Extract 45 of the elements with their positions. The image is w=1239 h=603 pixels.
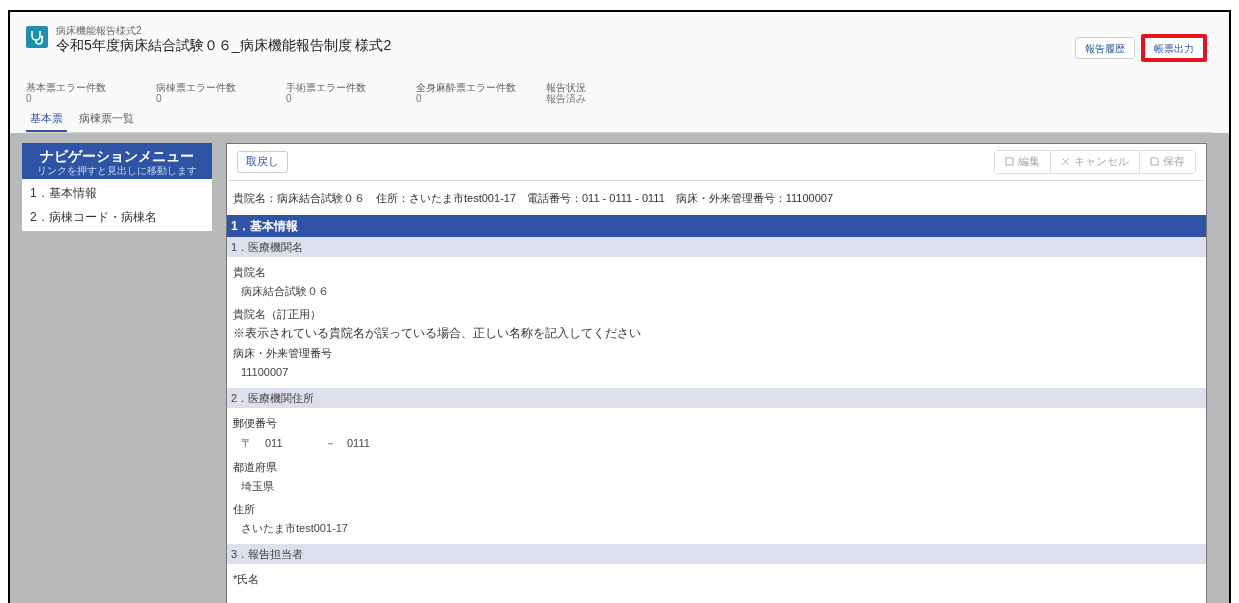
field-value: 11100007 bbox=[240, 364, 290, 380]
stat-label: 病棟票エラー件数 bbox=[156, 82, 237, 93]
field-label: 貴院名（訂正用） bbox=[233, 306, 322, 322]
highlighted-button[interactable]: 帳票出力 bbox=[1141, 34, 1207, 62]
stat-value: 0 bbox=[286, 93, 293, 104]
nav-title: ナビゲーションメニュー bbox=[39, 146, 195, 165]
stat-label: 全身麻酔票エラー件数 bbox=[416, 82, 517, 93]
stat-value: 0 bbox=[156, 93, 163, 104]
stat-label: 報告状況 bbox=[546, 82, 587, 93]
app-logo-icon bbox=[26, 26, 48, 48]
field-label: *氏名 bbox=[233, 571, 261, 587]
nav-link[interactable]: 1．基本情報 bbox=[22, 180, 212, 205]
field-value: 011 bbox=[265, 435, 284, 451]
field-label: 病床・外来管理番号 bbox=[233, 345, 333, 361]
group-heading: 2．医療機関住所 bbox=[227, 388, 1206, 408]
header-button[interactable]: 報告履歴 bbox=[1075, 37, 1135, 59]
field-label: 住所 bbox=[233, 501, 256, 517]
stat-label: 基本票エラー件数 bbox=[26, 82, 107, 93]
note-text: ※表示されている貴院名が誤っている場合、正しい名称を記入してください bbox=[233, 326, 642, 341]
dash-text: － bbox=[325, 435, 337, 451]
field-label: 貴院名 bbox=[233, 264, 267, 280]
field-value: 埼玉県 bbox=[240, 478, 275, 494]
tab[interactable]: 病棟票一覧 bbox=[75, 110, 138, 132]
square-icon bbox=[1005, 157, 1014, 166]
stat-value: 0 bbox=[416, 93, 423, 104]
stat-value: 0 bbox=[26, 93, 33, 104]
record-title: 令和5年度病床結合試験０６_病床機能報告制度 様式2 bbox=[56, 38, 392, 52]
section-heading: 1．基本情報 bbox=[227, 215, 1206, 237]
nav-link[interactable]: 2．病棟コード・病棟名 bbox=[22, 204, 212, 229]
group-heading: 1．医療機関名 bbox=[227, 237, 1206, 257]
summary-line: 貴院名：病床結合試験０６ 住所：さいたま市test001-17 電話番号：011 - 0111 - 0111 病床・外来管理番号：11100007 bbox=[232, 190, 835, 206]
nav-subtitle: リンクを押すと見出しに移動します bbox=[36, 164, 198, 177]
retrieve-button[interactable]: 取戻し bbox=[237, 150, 288, 173]
field-label: 都道府県 bbox=[233, 459, 278, 475]
tab[interactable]: 基本票 bbox=[26, 110, 67, 132]
stat-label: 手術票エラー件数 bbox=[286, 82, 367, 93]
postal-mark: 〒 bbox=[241, 435, 253, 451]
object-type: 病床機能報告様式2 bbox=[56, 26, 143, 36]
stat-value: 報告済み bbox=[546, 93, 587, 104]
group-heading: 3．報告担当者 bbox=[227, 544, 1206, 564]
field-label: 郵便番号 bbox=[233, 415, 278, 431]
close-icon bbox=[1061, 157, 1070, 166]
field-value: 0111 bbox=[347, 435, 370, 451]
field-value: さいたま市test001-17 bbox=[240, 520, 349, 536]
field-value: 病床結合試験０６ bbox=[240, 283, 330, 299]
